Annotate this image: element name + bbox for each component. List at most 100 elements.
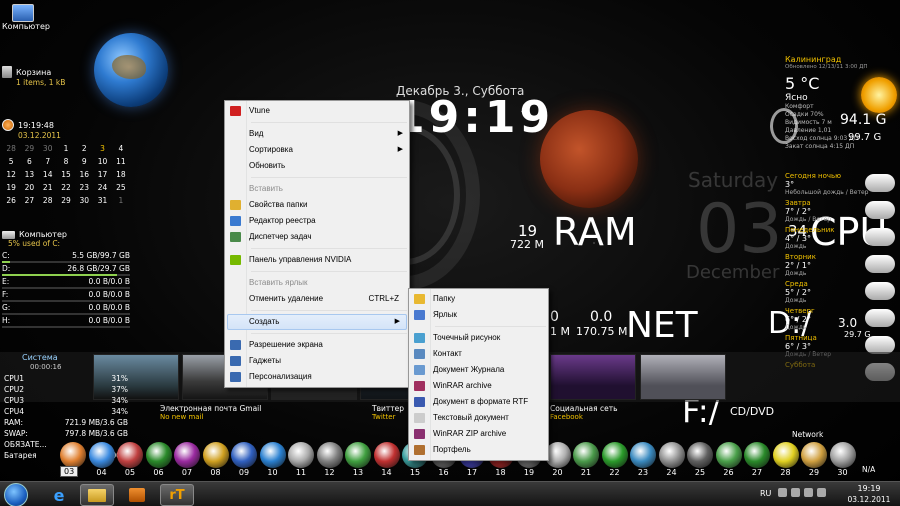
calendar-day: 23: [79, 183, 90, 192]
gmail-status: No new mail: [160, 413, 204, 421]
menu-item[interactable]: Диспетчер задач: [225, 229, 409, 245]
create-submenu: Папку Ярлык Точечный рисунок Контакт Докумен…: [408, 288, 549, 461]
drive-row[interactable]: H: 0.0 B/0.0 B: [2, 316, 130, 329]
dock-app-icon[interactable]: [715, 442, 742, 468]
menu-item-label: Документ в формате RTF: [433, 397, 529, 406]
dock-icon-number: 25: [694, 468, 706, 477]
menu-item[interactable]: Создать ▶: [227, 314, 407, 330]
dock-icon-number: 30: [837, 468, 848, 477]
dock-app-icon[interactable]: [117, 442, 143, 468]
flag-icon[interactable]: [778, 488, 787, 497]
menu-item[interactable]: Свойства папки: [225, 197, 409, 213]
desktop-icon-computer[interactable]: Компьютер: [2, 4, 50, 31]
menu-item[interactable]: Вид ▶: [225, 126, 409, 142]
menu-item[interactable]: Панель управления NVIDIA: [225, 252, 409, 268]
menu-item-label: Свойства папки: [249, 200, 308, 209]
menu-item[interactable]: Обновить: [225, 158, 409, 174]
menu-item[interactable]: Редактор реестра: [225, 213, 409, 229]
dock-app-icon[interactable]: [801, 442, 827, 468]
taskbar-rt-app[interactable]: rT: [160, 484, 194, 506]
menu-item[interactable]: Персонализация: [225, 369, 409, 385]
calendar-day: 18: [116, 170, 126, 179]
menu-item[interactable]: Текстовый документ: [409, 410, 548, 426]
menu-item[interactable]: Контакт: [409, 346, 548, 362]
language-indicator[interactable]: RU: [760, 489, 771, 498]
taskbar-internet-explorer[interactable]: e: [42, 484, 76, 506]
vtune-icon: [230, 106, 241, 116]
menu-separator: [251, 333, 407, 334]
calendar-day: 5: [8, 157, 14, 166]
menu-item[interactable]: Сортировка ▶: [225, 142, 409, 158]
dock-icon-number: 27: [751, 468, 763, 477]
calendar-day: 20: [24, 183, 35, 192]
dock-app-icon[interactable]: [88, 442, 115, 468]
text-doc-icon: [414, 413, 425, 423]
calendar-day: 28: [42, 196, 53, 205]
dock-app-icon[interactable]: [687, 442, 713, 468]
menu-item[interactable]: Разрешение экрана: [225, 337, 409, 353]
dock-icon-number: 08: [210, 468, 221, 477]
menu-item[interactable]: Ярлык: [409, 307, 548, 323]
social-feed[interactable]: Социальная сеть Facebook: [550, 404, 618, 421]
menu-item-label: Точечный рисунок: [433, 333, 501, 342]
system-stat-row: CPU4 34%: [4, 407, 128, 418]
net-value-c: 1 M: [550, 325, 570, 338]
menu-item[interactable]: Папку: [409, 291, 548, 307]
dock-app-icon[interactable]: [316, 442, 343, 468]
power-icon[interactable]: [791, 488, 800, 497]
menu-item[interactable]: Точечный рисунок: [409, 330, 548, 346]
weather-big-value: 94.1 G: [840, 112, 887, 128]
wallpaper-thumb[interactable]: [550, 354, 636, 400]
weather-city: Калининград: [785, 55, 842, 64]
net-value-a: 0: [550, 309, 559, 325]
menu-item[interactable]: Документ в формате RTF: [409, 394, 548, 410]
forecast-day: Сегодня ночью 3° Небольшой дождь / Ветер: [785, 172, 897, 196]
menu-item-label: Отменить удаление: [249, 294, 324, 303]
network-icon[interactable]: [804, 488, 813, 497]
drive-row[interactable]: G: 0.0 B/0.0 B: [2, 303, 130, 316]
drive-row[interactable]: D: 26.8 GB/29.7 GB: [2, 264, 130, 277]
menu-item[interactable]: WinRAR archive: [409, 378, 548, 394]
dock-app-icon[interactable]: [288, 442, 314, 468]
start-button[interactable]: [4, 483, 28, 506]
dock-app-icon[interactable]: [744, 442, 770, 468]
menu-item[interactable]: Документ Журнала: [409, 362, 548, 378]
menu-item[interactable]: Vtune: [225, 103, 409, 119]
twitter-feed[interactable]: Твиттер Twitter: [372, 404, 404, 421]
dock-app-icon[interactable]: [174, 442, 200, 468]
calendar-day: 16: [79, 170, 90, 179]
dock-app-icon[interactable]: [829, 442, 856, 468]
dock-app-icon[interactable]: [573, 442, 599, 468]
gmail-feed[interactable]: Электронная почта Gmail No new mail: [160, 404, 261, 421]
dock-app-icon[interactable]: [630, 442, 656, 468]
forecast-day: Завтра 7° / 2° Дождь / Ветер: [785, 199, 897, 223]
drive-row[interactable]: E: 0.0 B/0.0 B: [2, 277, 130, 290]
dock-app-icon[interactable]: [658, 442, 685, 468]
drive-row[interactable]: C: 5.5 GB/99.7 GB: [2, 251, 130, 264]
dock-app-icon[interactable]: [373, 442, 400, 468]
center-time: 19:19: [394, 92, 555, 143]
dock-app-icon[interactable]: [601, 442, 628, 468]
taskbar-explorer[interactable]: [80, 484, 114, 506]
drive-row[interactable]: F: 0.0 B/0.0 B: [2, 290, 130, 303]
cpu-ring: [770, 108, 798, 144]
wallpaper-thumb[interactable]: [640, 354, 726, 400]
menu-item[interactable]: Отменить удаление CTRL+Z: [225, 291, 409, 307]
dock-app-icon[interactable]: [202, 442, 229, 468]
taskbar-media-player[interactable]: [120, 484, 154, 506]
menu-item[interactable]: WinRAR ZIP archive: [409, 426, 548, 442]
system-uptime: 00:00:16: [30, 363, 62, 371]
recycle-bin-title: Корзина: [16, 67, 52, 77]
taskbar-clock-date[interactable]: 03.12.2011: [842, 495, 896, 504]
dock-app-icon[interactable]: [60, 442, 86, 468]
dock-app-icon[interactable]: [772, 442, 799, 468]
dock-app-icon[interactable]: [145, 442, 172, 468]
volume-icon[interactable]: [817, 488, 826, 497]
taskbar-clock-time[interactable]: 19:19: [848, 484, 890, 493]
calendar-day: 17: [97, 170, 108, 179]
menu-item[interactable]: Портфель: [409, 442, 548, 458]
dock-app-icon[interactable]: [231, 442, 257, 468]
dock-app-icon[interactable]: [259, 442, 286, 468]
menu-item[interactable]: Гаджеты: [225, 353, 409, 369]
dock-app-icon[interactable]: [345, 442, 371, 468]
